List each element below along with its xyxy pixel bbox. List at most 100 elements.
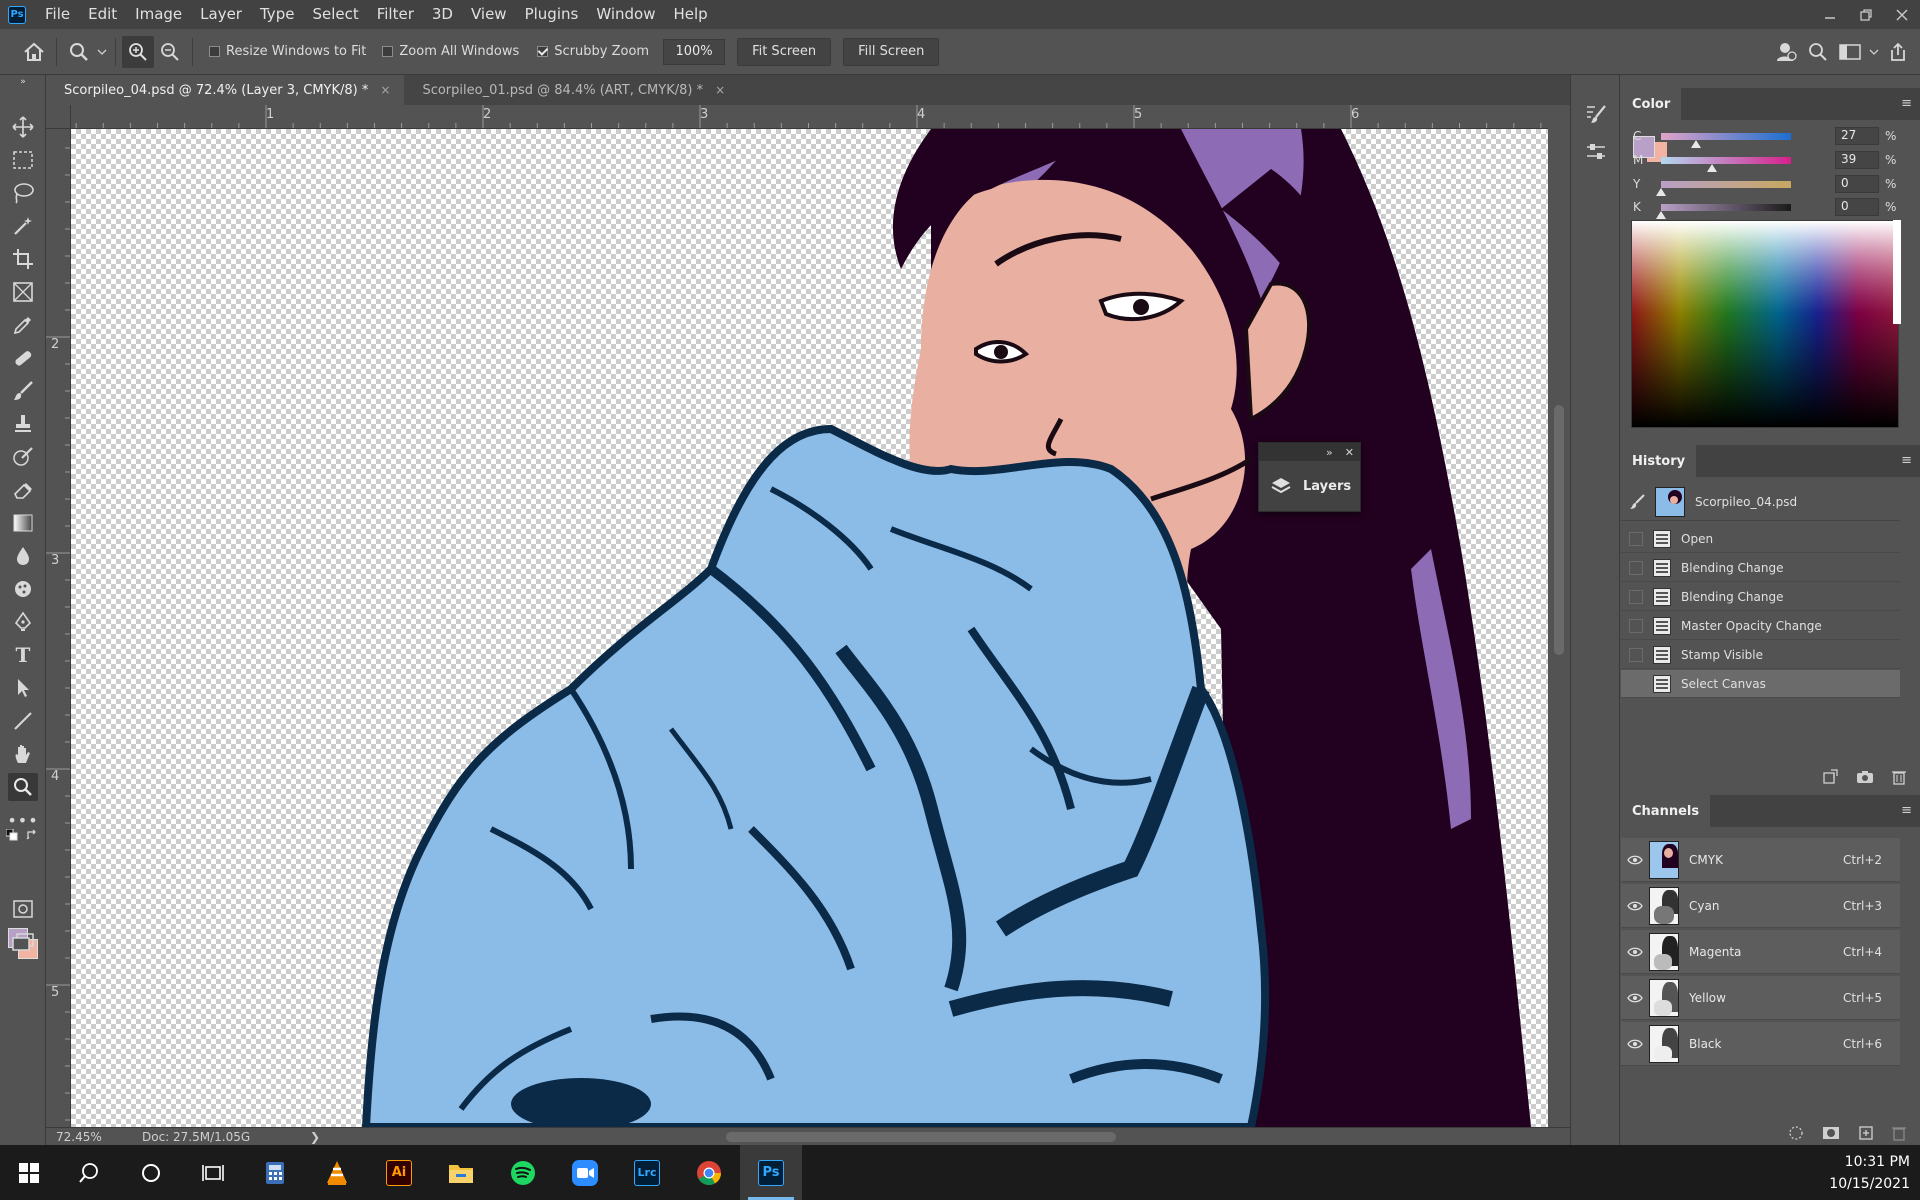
yellow-slider-track[interactable] [1656,180,1791,196]
slider-knob[interactable] [1691,139,1702,148]
menu-edit[interactable]: Edit [79,0,126,29]
visibility-eye-icon[interactable] [1621,901,1649,911]
healing-brush-tool-icon[interactable] [8,344,38,372]
tab-color[interactable]: Color [1621,88,1682,120]
slider-knob[interactable] [1656,210,1666,219]
system-clock[interactable]: 10:31 PM 10/15/2021 [1829,1151,1910,1195]
share-icon[interactable] [1882,36,1914,68]
menu-window[interactable]: Window [587,0,664,29]
eraser-tool-icon[interactable] [8,476,38,504]
color-spectrum-ramp[interactable] [1631,220,1899,428]
search-icon[interactable] [1802,36,1834,68]
magenta-value-field[interactable]: 39 [1835,151,1879,169]
menu-select[interactable]: Select [303,0,367,29]
close-panel-icon[interactable]: ✕ [1345,446,1354,459]
channel-row-yellow[interactable]: Yellow Ctrl+5 [1621,976,1900,1020]
camera-icon[interactable] [1856,769,1874,789]
hand-tool-icon[interactable] [8,740,38,768]
black-value-field[interactable]: 0 [1835,198,1879,216]
magenta-slider-track[interactable] [1661,156,1791,172]
panel-menu-icon[interactable]: ≡ [1901,453,1912,468]
checkbox-box[interactable] [209,46,220,57]
calculator-icon[interactable] [244,1145,306,1200]
black-slider-track[interactable] [1656,203,1791,219]
trash-icon[interactable] [1892,769,1906,789]
menu-help[interactable]: Help [664,0,716,29]
visibility-eye-icon[interactable] [1621,947,1649,957]
trash-icon[interactable] [1892,1125,1906,1145]
history-brush-checkbox[interactable] [1629,560,1643,575]
quick-mask-icon[interactable] [8,895,38,923]
new-channel-icon[interactable] [1858,1125,1874,1145]
vertical-ruler[interactable]: 2 3 4 5 [46,129,71,1127]
path-selection-tool-icon[interactable] [8,674,38,702]
menu-type[interactable]: Type [251,0,303,29]
new-document-from-state-icon[interactable] [1822,769,1838,789]
close-tab-icon[interactable]: × [715,83,725,97]
history-brush-checkbox[interactable] [1629,589,1643,604]
menu-plugins[interactable]: Plugins [516,0,588,29]
document-canvas[interactable] [71,129,1548,1127]
layers-panel-button[interactable]: Layers [1259,461,1360,511]
floating-layers-panel[interactable]: » ✕ Layers [1258,442,1361,512]
tab-history[interactable]: History [1621,445,1697,477]
channel-row-cmyk[interactable]: CMYK Ctrl+2 [1621,838,1900,882]
ruler-origin[interactable] [46,105,71,129]
search-icon[interactable] [58,1145,120,1200]
workspace-icon[interactable] [1834,36,1866,68]
horizontal-ruler[interactable]: 1 2 3 4 5 6 [71,105,1548,129]
spectrum-white-swatch[interactable] [1893,220,1901,324]
default-colors-icon[interactable] [4,827,20,843]
fill-screen-button[interactable]: Fill Screen [843,37,940,66]
channel-row-black[interactable]: Black Ctrl+6 [1621,1022,1900,1066]
magic-wand-tool-icon[interactable] [8,212,38,240]
collapse-icon[interactable]: » [8,77,38,87]
chevron-down-icon[interactable] [1866,36,1882,68]
history-brush-checkbox[interactable] [1629,647,1643,662]
photoshop-taskbar-icon[interactable]: Ps [740,1145,802,1200]
spotify-icon[interactable] [492,1145,554,1200]
menu-layer[interactable]: Layer [191,0,251,29]
chrome-icon[interactable] [678,1145,740,1200]
blur-tool-icon[interactable] [8,542,38,570]
zoom-all-windows-checkbox[interactable]: Zoom All Windows [382,44,519,59]
frame-tool-icon[interactable] [8,278,38,306]
slider-knob[interactable] [1706,163,1717,172]
save-selection-channel-icon[interactable] [1822,1125,1840,1145]
zoom-in-icon[interactable] [122,35,154,68]
visibility-eye-icon[interactable] [1621,855,1649,865]
windows-start-icon[interactable] [0,1145,58,1200]
illustrator-icon[interactable]: Ai [368,1145,430,1200]
panel-menu-icon[interactable]: ≡ [1901,803,1912,818]
tab-channels[interactable]: Channels [1621,795,1711,827]
channel-row-cyan[interactable]: Cyan Ctrl+3 [1621,884,1900,928]
history-brush-tool-icon[interactable] [8,443,38,471]
move-tool-icon[interactable] [8,113,38,141]
zoom-app-icon[interactable] [554,1145,616,1200]
file-explorer-icon[interactable] [430,1145,492,1200]
home-icon[interactable] [18,36,50,68]
task-view-icon[interactable] [182,1145,244,1200]
zoom-tool-preset-icon[interactable] [63,36,95,68]
history-step[interactable]: Open [1621,525,1900,553]
history-step[interactable]: Stamp Visible [1621,641,1900,669]
fit-screen-button[interactable]: Fit Screen [737,37,832,66]
history-brush-checkbox[interactable] [1629,531,1643,546]
zoom-level[interactable]: 72.45% [56,1130,130,1144]
yellow-value-field[interactable]: 0 [1835,175,1879,193]
scrubby-zoom-checkbox[interactable]: Scrubby Zoom [537,44,649,59]
clone-stamp-tool-icon[interactable] [8,410,38,438]
menu-3d[interactable]: 3D [423,0,462,29]
menu-view[interactable]: View [462,0,516,29]
chevron-down-icon[interactable] [95,36,109,68]
channel-row-magenta[interactable]: Magenta Ctrl+4 [1621,930,1900,974]
zoom-tool-icon[interactable] [8,773,38,801]
account-icon[interactable] [1770,36,1802,68]
menu-image[interactable]: Image [126,0,191,29]
panel-menu-icon[interactable]: ≡ [1901,96,1912,111]
slider-knob[interactable] [1656,187,1666,196]
history-step-selected[interactable]: Select Canvas [1621,670,1900,698]
menu-filter[interactable]: Filter [368,0,423,29]
history-brush-checkbox[interactable] [1629,676,1643,691]
brush-tool-icon[interactable] [8,377,38,405]
